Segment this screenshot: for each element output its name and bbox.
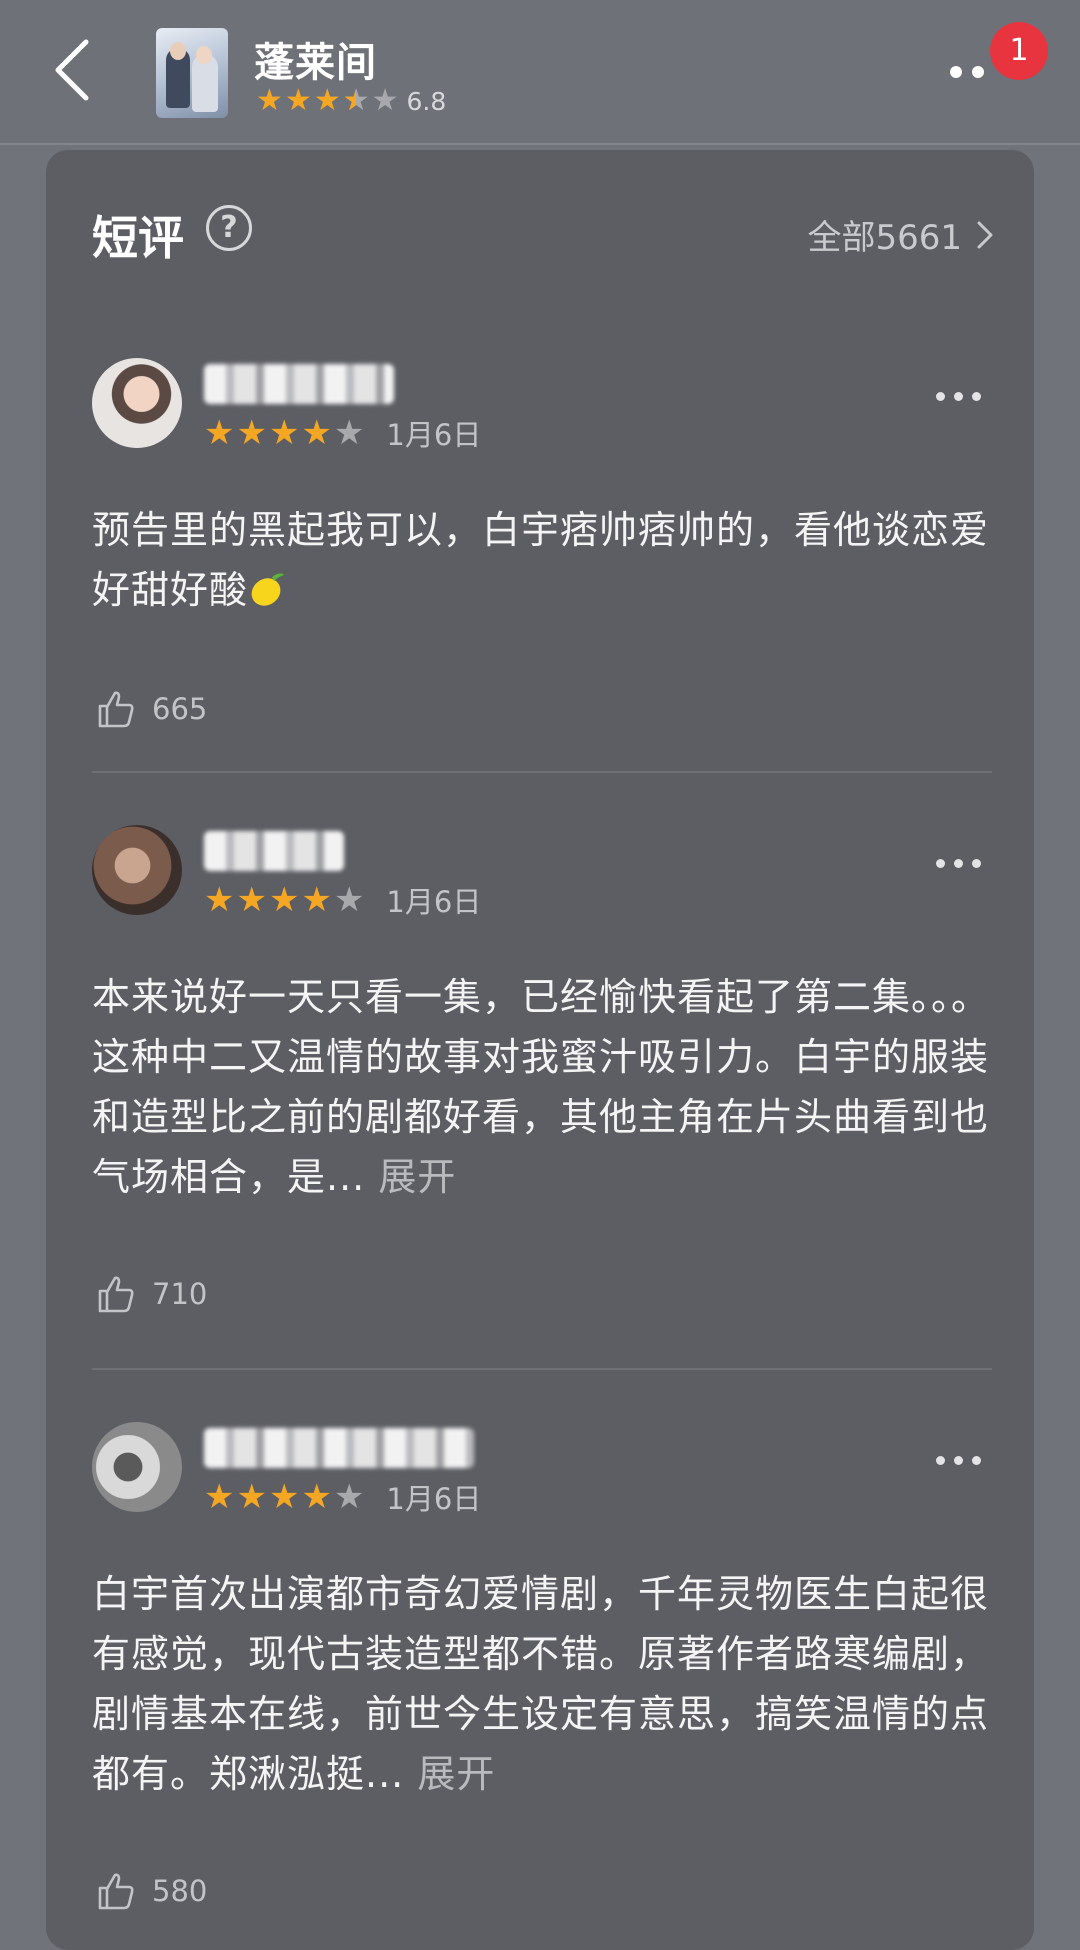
- star-icon: ★: [313, 83, 341, 118]
- avatar[interactable]: [92, 825, 182, 915]
- help-icon[interactable]: ?: [206, 205, 252, 251]
- dot-icon: [936, 859, 945, 868]
- star-icon: ★: [236, 413, 267, 453]
- review-date: 1月6日: [386, 885, 482, 919]
- star-icon: ★: [301, 413, 332, 453]
- chevron-left-icon: [55, 39, 89, 101]
- thumbs-up-icon: [98, 691, 134, 728]
- review-stars: ★ ★ ★ ★ ★: [204, 883, 364, 917]
- review-meta: ★ ★ ★ ★ ★ 1月6日: [204, 412, 481, 454]
- star-icon: ★: [371, 83, 399, 118]
- star-icon: ★: [301, 880, 332, 920]
- dot-icon: [972, 392, 981, 401]
- review-text: 预告里的黑起我可以，白宇痞帅痞帅的，看他谈恋爱好甜好酸: [92, 508, 990, 612]
- section-title: 短评: [92, 211, 184, 265]
- dot-icon: [972, 66, 984, 78]
- more-menu-button[interactable]: [950, 62, 990, 82]
- review-stars: ★ ★ ★ ★ ★: [204, 416, 364, 450]
- star-icon: ★: [284, 83, 312, 118]
- back-button[interactable]: [52, 38, 112, 108]
- review-item: ■■■■■■ ★ ★ ★ ★ ★ 1月6日 预告里的黑起我可以，白宇痞帅痞帅的，…: [92, 358, 992, 738]
- dot-icon: [972, 1456, 981, 1465]
- dot-icon: [954, 1456, 963, 1465]
- review-text: 本来说好一天只看一集，已经愉快看起了第二集。。。这种中二又温情的故事对我蜜汁吸引…: [92, 975, 991, 1199]
- review-item: ■■■■ ★ ★ ★ ★ ★ 1月6日 本来说好一天只看一集，已经愉快看起了第二…: [92, 825, 992, 1313]
- review-more-button[interactable]: [936, 857, 982, 871]
- see-all-label: 全部5661: [807, 218, 962, 258]
- expand-link[interactable]: 展开: [417, 1752, 495, 1796]
- thumbs-up-icon: [98, 1873, 134, 1910]
- review-item: ■■■■■■■■ ★ ★ ★ ★ ★ 1月6日 白宇首次出演都市奇幻爱情剧，千年…: [92, 1422, 992, 1942]
- short-review-card: 短评 ? 全部5661 ■■■■■■ ★ ★ ★ ★ ★ 1月6日 预告里的黑起…: [46, 150, 1034, 1950]
- username[interactable]: ■■■■: [204, 831, 344, 871]
- dot-icon: [972, 859, 981, 868]
- star-icon: ★: [204, 413, 235, 453]
- star-icon: ★: [204, 1477, 235, 1517]
- divider: [92, 771, 992, 773]
- star-icon: ★: [333, 880, 365, 920]
- like-count: 580: [152, 1874, 208, 1908]
- review-stars: ★ ★ ★ ★ ★: [204, 1480, 364, 1514]
- dot-icon: [950, 66, 962, 78]
- show-poster[interactable]: [156, 28, 228, 118]
- review-more-button[interactable]: [936, 1454, 982, 1468]
- review-more-button[interactable]: [936, 390, 982, 404]
- star-icon: ★: [333, 413, 365, 453]
- show-title: 蓬莱间: [254, 40, 377, 86]
- dot-icon: [936, 1456, 945, 1465]
- star-icon: ★: [301, 1477, 332, 1517]
- rating-score: 6.8: [406, 86, 447, 116]
- see-all-link[interactable]: 全部5661: [807, 210, 994, 259]
- like-button[interactable]: 710: [96, 1273, 207, 1315]
- username[interactable]: ■■■■■■: [204, 364, 394, 404]
- show-rating: ★ ★ ★ ★ ★ 6.8: [256, 83, 447, 118]
- review-text: 白宇首次出演都市奇幻爱情剧，千年灵物医生白起很有感觉，现代古装造型都不错。原著作…: [92, 1572, 990, 1796]
- dot-icon: [936, 392, 945, 401]
- avatar[interactable]: [92, 358, 182, 448]
- username[interactable]: ■■■■■■■■: [204, 1428, 474, 1468]
- avatar[interactable]: [92, 1422, 182, 1512]
- rating-stars: ★ ★ ★ ★ ★: [256, 83, 399, 118]
- star-icon: ★: [256, 83, 283, 118]
- review-meta: ★ ★ ★ ★ ★ 1月6日: [204, 879, 481, 921]
- like-count: 710: [152, 1277, 208, 1311]
- dot-icon: [954, 392, 963, 401]
- like-button[interactable]: 580: [96, 1870, 207, 1912]
- top-bar: 蓬莱间 ★ ★ ★ ★ ★ 6.8 1: [0, 0, 1080, 145]
- star-icon: ★: [236, 880, 267, 920]
- thumbs-up-icon: [98, 1276, 134, 1313]
- review-meta: ★ ★ ★ ★ ★ 1月6日: [204, 1476, 481, 1518]
- lemon-icon: [251, 573, 285, 606]
- star-icon: ★: [236, 1477, 267, 1517]
- like-count: 665: [152, 692, 208, 726]
- star-icon: ★: [333, 1477, 365, 1517]
- like-button[interactable]: 665: [96, 688, 207, 730]
- dot-icon: [954, 859, 963, 868]
- star-icon: ★: [268, 413, 300, 453]
- notification-badge[interactable]: 1: [990, 22, 1048, 80]
- divider: [92, 1368, 992, 1370]
- chevron-right-icon: [977, 221, 993, 248]
- star-icon: ★: [268, 1477, 300, 1517]
- star-icon: ★: [268, 880, 300, 920]
- review-date: 1月6日: [386, 418, 482, 452]
- review-date: 1月6日: [386, 1482, 482, 1516]
- star-icon: ★: [204, 880, 235, 920]
- expand-link[interactable]: 展开: [378, 1155, 456, 1199]
- star-half-icon: ★: [343, 86, 370, 117]
